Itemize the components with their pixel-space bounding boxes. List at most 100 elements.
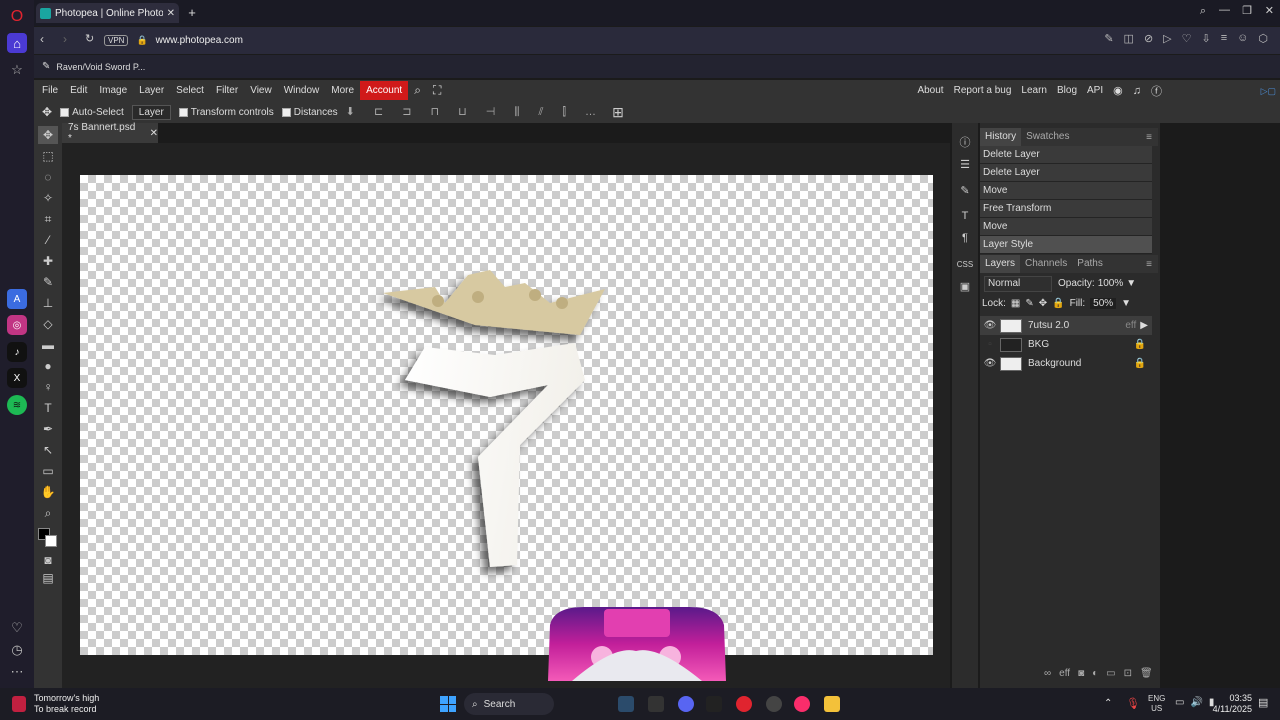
mask-icon[interactable]: ◙ <box>1078 668 1084 679</box>
close-tab-icon[interactable]: ✕ <box>167 8 175 19</box>
blend-mode-select[interactable]: Normal <box>984 276 1052 292</box>
menu-edit[interactable]: Edit <box>64 81 93 100</box>
screen-mode-icon[interactable]: ▤ <box>38 569 58 587</box>
gradient-tool-icon[interactable]: ▬ <box>38 336 58 354</box>
grid-icon[interactable]: ⊞ <box>612 104 624 121</box>
info-icon[interactable]: ⓘ <box>956 133 974 151</box>
menu-blog[interactable]: Blog <box>1057 85 1077 96</box>
history-item[interactable]: Move <box>980 218 1152 236</box>
brush-tool-icon[interactable]: ✎ <box>38 273 58 291</box>
tab-swatches[interactable]: Swatches <box>1021 128 1074 146</box>
magic-wand-icon[interactable]: ✧ <box>38 189 58 207</box>
close-window-icon[interactable]: ✕ <box>1265 4 1274 17</box>
css-icon[interactable]: CSS <box>956 255 974 273</box>
forward-icon[interactable]: › <box>63 32 67 46</box>
lock-paint-icon[interactable]: ✎ <box>1025 298 1033 309</box>
adjustment-icon[interactable]: ◐ <box>1092 668 1098 679</box>
obs-icon[interactable] <box>766 696 782 712</box>
lock-all-icon[interactable]: 🔒 <box>1052 298 1064 309</box>
tab-layers[interactable]: Layers <box>980 255 1021 273</box>
star-icon[interactable]: ☆ <box>7 60 27 80</box>
home-icon[interactable]: ⌂ <box>7 33 27 53</box>
weather-icon[interactable] <box>12 696 26 712</box>
eye-hidden-icon[interactable]: ▫ <box>980 339 1000 350</box>
menu-about[interactable]: About <box>917 85 943 96</box>
menu-filter[interactable]: Filter <box>210 81 244 100</box>
profile-icon[interactable]: ☺ <box>1237 32 1248 45</box>
reddit-icon[interactable]: ◉ <box>1113 84 1123 97</box>
account-button[interactable]: Account <box>360 81 409 100</box>
link-icon[interactable]: ∞ <box>1044 668 1051 679</box>
menu-icon[interactable]: ≡ <box>1221 32 1227 45</box>
edit-icon[interactable]: ✎ <box>1104 32 1113 45</box>
history-item[interactable]: Layer Style <box>980 236 1152 254</box>
folder-icon[interactable]: ▭ <box>1106 668 1115 679</box>
app-icon[interactable]: A <box>7 289 27 309</box>
microphone-icon[interactable]: 🎙 <box>1126 697 1140 710</box>
lasso-tool-icon[interactable]: ◌ <box>38 168 58 186</box>
opera-logo-icon[interactable]: O <box>7 7 27 27</box>
heart-icon[interactable]: ♡ <box>7 618 27 638</box>
menu-select[interactable]: Select <box>170 81 210 100</box>
blur-tool-icon[interactable]: ● <box>38 357 58 375</box>
effects-badge[interactable]: eff <box>1125 320 1136 331</box>
auto-select-checkbox[interactable]: Auto-Select <box>60 107 124 118</box>
marquee-tool-icon[interactable]: ⬚ <box>38 147 58 165</box>
background-color[interactable] <box>45 535 57 547</box>
text-tool-icon[interactable]: T <box>38 399 58 417</box>
menu-window[interactable]: Window <box>278 81 326 100</box>
auto-select-target[interactable]: Layer <box>131 104 171 120</box>
epic-games-icon[interactable] <box>648 696 664 712</box>
lock-pixels-icon[interactable]: ▦ <box>1011 298 1020 309</box>
distances-checkbox[interactable]: Distances <box>281 107 338 118</box>
tray-chevron-icon[interactable]: ⌃ <box>1104 698 1112 709</box>
fullscreen-icon[interactable]: ⛶ <box>427 81 447 100</box>
expand-icon[interactable]: ▶ <box>1140 320 1148 331</box>
new-tab-button[interactable]: + <box>184 5 200 21</box>
new-layer-icon[interactable]: ⊡ <box>1124 668 1132 679</box>
menu-view[interactable]: View <box>244 81 278 100</box>
align-icons[interactable]: ⬇ ⊏ ⊐ ⊓ ⊔ ⊣ ⫼ ⫽ ⫿ … <box>346 105 604 119</box>
quick-mask-icon[interactable]: ◙ <box>38 551 58 569</box>
x-icon[interactable]: X <box>7 368 27 388</box>
ad-choice-icon[interactable]: ▷▢ <box>1261 86 1276 97</box>
twitter-icon[interactable]: ♫ <box>1133 85 1141 97</box>
reload-icon[interactable]: ↻ <box>85 32 94 45</box>
move-tool-icon[interactable]: ✥ <box>38 126 58 144</box>
tab-channels[interactable]: Channels <box>1020 255 1072 273</box>
app-icon[interactable] <box>706 696 722 712</box>
path-select-icon[interactable]: ↖ <box>38 441 58 459</box>
instagram-icon[interactable]: ◎ <box>7 315 27 335</box>
panel-menu-icon[interactable]: ≡ <box>1146 259 1152 270</box>
eye-icon[interactable]: 👁 <box>980 320 1000 331</box>
opacity-dropdown-icon[interactable]: ▼ <box>1126 278 1136 289</box>
eraser-tool-icon[interactable]: ◇ <box>38 315 58 333</box>
spotify-icon[interactable]: ≋ <box>7 395 27 415</box>
history-item[interactable]: Move <box>980 182 1152 200</box>
tab-history[interactable]: History <box>980 128 1022 146</box>
favorites-icon[interactable]: ♡ <box>1182 32 1192 45</box>
zoom-tool-icon[interactable]: ⌕ <box>38 504 58 522</box>
extension-icon[interactable]: ⬡ <box>1258 32 1268 45</box>
vpn-badge[interactable]: VPN <box>104 35 129 46</box>
properties-icon[interactable]: ☰ <box>956 155 974 173</box>
menu-learn[interactable]: Learn <box>1021 85 1047 96</box>
clock[interactable]: 03:35 4/11/2025 <box>1212 693 1252 715</box>
dodge-tool-icon[interactable]: ♀ <box>38 378 58 396</box>
bookmark-item[interactable]: Raven/Void Sword P... <box>56 62 145 72</box>
menu-report-bug[interactable]: Report a bug <box>954 85 1012 96</box>
character-icon[interactable]: T <box>956 207 974 225</box>
history-item[interactable]: Free Transform <box>980 200 1152 218</box>
healing-brush-icon[interactable]: ✚ <box>38 252 58 270</box>
layer-row[interactable]: ▫ BKG 🔒 <box>980 335 1152 354</box>
image-panel-icon[interactable]: ▣ <box>956 277 974 295</box>
pen-tool-icon[interactable]: ✒ <box>38 420 58 438</box>
itunes-icon[interactable] <box>794 696 810 712</box>
windows-start-icon[interactable] <box>440 696 456 712</box>
delete-layer-icon[interactable]: 🗑 <box>1140 668 1153 679</box>
maximize-icon[interactable]: ❐ <box>1242 4 1252 17</box>
steam-icon[interactable] <box>618 696 634 712</box>
search-tabs-icon[interactable]: ⌕ <box>1200 5 1206 18</box>
more-icon[interactable]: ⋯ <box>7 662 27 682</box>
menu-api[interactable]: API <box>1087 85 1103 96</box>
